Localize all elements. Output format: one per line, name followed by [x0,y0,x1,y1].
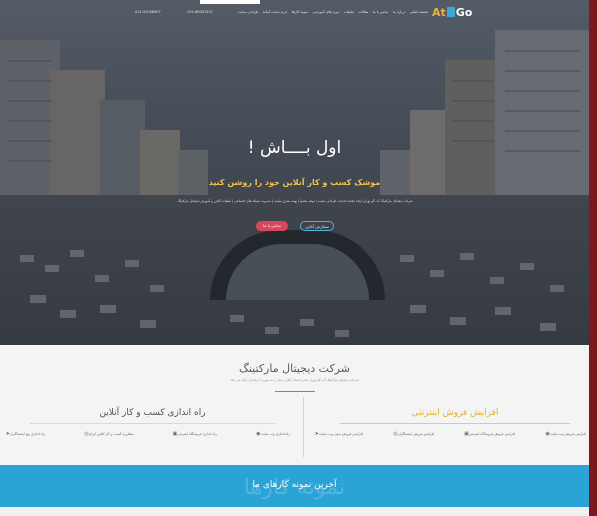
service-label: افزایش فروش فروشگاه اینترنتی [468,432,516,436]
service-label: راه اندازی وب سایت [260,432,290,436]
menu-item-articles[interactable]: مقالات [358,9,368,15]
service-item[interactable]: ➤ راه اندازی پیج اینستاگرام [3,430,45,438]
hero-overlay [0,0,589,345]
menu-item-web-design[interactable]: طراحی سایت [238,9,258,15]
menu-item-courses[interactable]: دوره های آموزشی [312,9,339,15]
hero-description: شرکت دیجیتال مارکتینگ آت گو تهران ارائه … [177,199,413,203]
menu-item-home[interactable]: صفحه اصلی [410,9,428,15]
contact-us-button[interactable]: تماس با ما [256,221,288,231]
hero-title: اول بــــاش ! [247,138,342,158]
company-title: شرکت دیجیتال مارکتینگ [239,362,350,375]
logo-suffix: Go [455,6,473,19]
service-item[interactable]: ▣ راه اندازی فروشگاه اینترنتی [170,430,217,438]
window-frame-notch [200,0,260,4]
phone-numbers: 021-91008907 021-66491221 [135,9,213,15]
online-business-title: راه اندازی کسب و کار آنلاین [99,408,206,418]
hero-subtitle: موشک کسب و کار آنلاین خود را روشن کنید [208,178,381,187]
column-divider [303,397,304,457]
page: At Go صفحه اصلی درباره ما تماس با ما مقال… [0,0,597,516]
service-label: افزایش فروش بدون وب سایت [319,432,364,436]
menu-item-about[interactable]: درباره ما [393,9,406,15]
window-frame-edge [589,0,597,516]
sales-services-list: ◉ افزایش فروش وب سایت ▣ افزایش فروش فروش… [312,430,586,438]
main-menu: صفحه اصلی درباره ما تماس با ما مقالات تب… [238,9,428,15]
rocket-icon: ➤ [5,430,10,437]
menu-item-ads[interactable]: تبلیغات [344,9,354,15]
globe-icon: ◉ [256,430,261,437]
phone-number[interactable]: 021-66491221 [187,9,213,15]
support-icon: ◎ [84,430,89,437]
menu-item-portfolio[interactable]: نمونه کارها [292,9,308,15]
order-online-button[interactable]: سفارش آنلاین [300,221,334,231]
cart-icon: ▣ [172,430,178,437]
company-section: شرکت دیجیتال مارکتینگ شرکت دیجیتال مارکت… [0,345,589,465]
phone-number[interactable]: 021-91008907 [135,9,161,15]
latest-works-title: آخرین نمونه کارهای ما [252,480,337,490]
title-underline [275,391,315,393]
rocket-icon: ➤ [314,430,319,437]
business-services-list: ◉ راه اندازی وب سایت ▣ راه اندازی فروشگا… [3,430,290,438]
service-item[interactable]: ◉ راه اندازی وب سایت [254,430,290,438]
hero-section: At Go صفحه اصلی درباره ما تماس با ما مقال… [0,0,589,345]
service-item[interactable]: ◎ افزایش فروش اینستاگرام [391,430,435,438]
online-business-underline [30,423,275,424]
sales-increase-title: افزایش فروش اینترنتی [411,408,499,418]
site-logo[interactable]: At Go [432,6,480,20]
logo-prefix: At [432,6,446,19]
service-label: افزایش فروش اینستاگرام [397,432,435,436]
service-item[interactable]: ◎ مشاوره کسب و کار آنلاین ایران [82,430,134,438]
latest-works-section: نمونه کارها آخرین نمونه کارهای ما [0,465,589,507]
top-navigation: At Go صفحه اصلی درباره ما تماس با ما مقال… [0,0,589,24]
service-item[interactable]: ▣ افزایش فروش فروشگاه اینترنتی [462,430,515,438]
service-item[interactable]: ◉ افزایش فروش وب سایت [543,430,586,438]
service-item[interactable]: ➤ افزایش فروش بدون وب سایت [312,430,363,438]
globe-icon: ◉ [545,430,550,437]
cart-icon: ▣ [464,430,469,437]
service-label: مشاوره کسب و کار آنلاین ایران [88,432,134,436]
portfolio-strip [0,507,589,516]
menu-item-contact[interactable]: تماس با ما [373,9,389,15]
sales-increase-underline [340,423,570,424]
service-label: راه اندازی پیج اینستاگرام [10,432,46,436]
instagram-icon: ◎ [393,430,398,437]
service-label: راه اندازی فروشگاه اینترنتی [177,432,217,436]
service-label: افزایش فروش وب سایت [549,432,586,436]
logo-mark-icon [446,7,455,17]
menu-item-buy-site[interactable]: خرید سایت آماده [263,9,288,15]
company-subtitle: شرکت دیجیتال مارکتینگ آت گو تهران تمام خ… [230,378,359,382]
